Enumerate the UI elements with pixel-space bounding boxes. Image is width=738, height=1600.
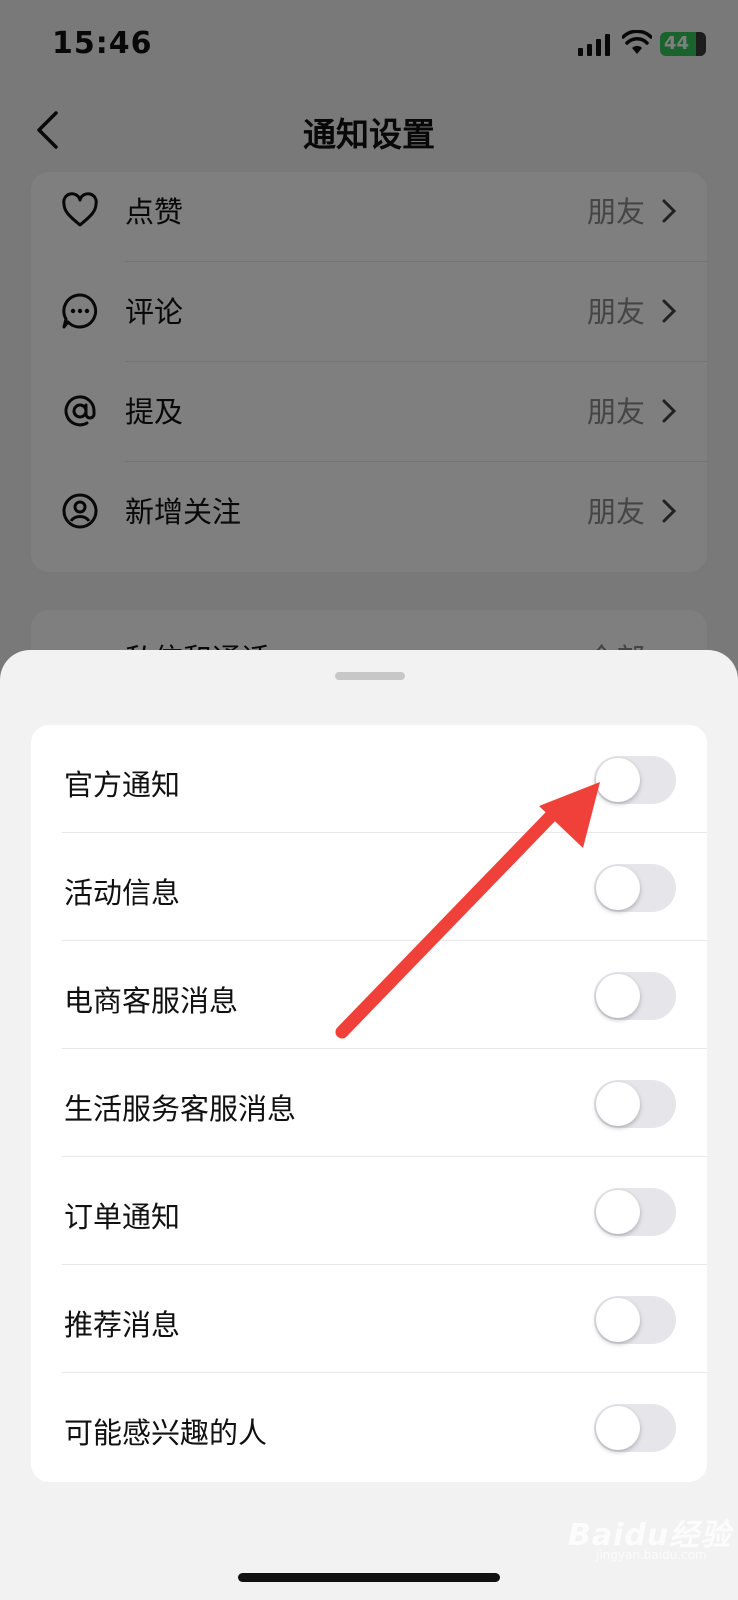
toggle-label: 订单通知 [64, 1200, 181, 1234]
toggle-row-activity: 活动信息 [31, 833, 707, 941]
toggle-label: 可能感兴趣的人 [64, 1416, 268, 1450]
toggle-switch[interactable] [594, 1404, 676, 1452]
toggle-row-people-interest: 可能感兴趣的人 [31, 1373, 707, 1481]
home-indicator [238, 1573, 500, 1582]
toggle-switch[interactable] [594, 972, 676, 1020]
toggle-list: 官方通知 活动信息 电商客服消息 生活服务客服消息 订单通知 推荐消息 可能感兴… [31, 725, 707, 1482]
toggle-row-orders: 订单通知 [31, 1157, 707, 1265]
toggle-switch[interactable] [594, 1296, 676, 1344]
toggle-row-recommend: 推荐消息 [31, 1265, 707, 1373]
toggle-label: 官方通知 [64, 768, 181, 802]
toggle-label: 生活服务客服消息 [64, 1092, 297, 1126]
toggle-label: 推荐消息 [64, 1308, 181, 1342]
toggle-switch[interactable] [594, 864, 676, 912]
toggle-row-ecommerce-service: 电商客服消息 [31, 941, 707, 1049]
notification-bottom-sheet: 官方通知 活动信息 电商客服消息 生活服务客服消息 订单通知 推荐消息 可能感兴… [0, 650, 738, 1600]
drag-handle[interactable] [335, 672, 405, 680]
toggle-switch[interactable] [594, 756, 676, 804]
toggle-label: 活动信息 [64, 876, 181, 910]
toggle-row-life-service: 生活服务客服消息 [31, 1049, 707, 1157]
toggle-switch[interactable] [594, 1080, 676, 1128]
watermark-url: jingyan.baidu.com [596, 1548, 707, 1562]
toggle-label: 电商客服消息 [64, 984, 239, 1018]
toggle-row-official: 官方通知 [31, 725, 707, 833]
toggle-switch[interactable] [594, 1188, 676, 1236]
